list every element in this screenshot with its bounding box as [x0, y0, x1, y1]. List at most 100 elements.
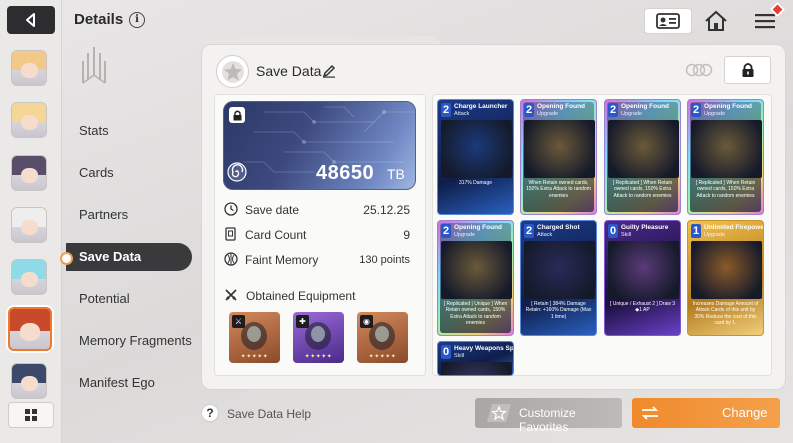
equipment-stars: ✦✦✦✦✦ [240, 354, 269, 360]
nav-item-potential[interactable]: Potential [66, 285, 192, 313]
card-description: [ Unique / Exhaust 2 ] Draw 3 ◆1 AP [609, 301, 676, 314]
card-art [524, 241, 595, 299]
grid-icon [25, 409, 37, 421]
character-portrait[interactable] [8, 307, 52, 351]
card-cost: 2 [608, 103, 618, 117]
character-portrait[interactable] [11, 102, 47, 138]
card-art [441, 241, 512, 299]
stat-value: 9 [403, 228, 410, 242]
info-icon[interactable]: i [129, 12, 145, 28]
stat-row-faint-memory: Faint Memory 130 points [224, 250, 412, 270]
main-menu-button[interactable] [750, 1, 786, 34]
card-opening-found[interactable]: 2 Opening Found Upgrade When Retain owned c… [520, 99, 597, 215]
small-lock-icon [233, 110, 241, 120]
nav-item-save-data[interactable]: Save Data [60, 243, 192, 271]
clock-icon [224, 202, 238, 216]
stat-row-save-date: Save date 25.12.25 [224, 200, 412, 220]
character-portrait[interactable] [11, 363, 47, 399]
card-type: Attack [537, 232, 553, 238]
help-icon[interactable]: ? [201, 404, 219, 422]
nav-item-partners[interactable]: Partners [66, 201, 192, 229]
card-description: Increases Damage Amount of Attack Cards … [692, 301, 759, 327]
nav-item-memory-fragments[interactable]: Memory Fragments [66, 327, 192, 355]
customize-favorites-button[interactable]: Customize Favorites [475, 398, 622, 434]
hamburger-icon [755, 14, 775, 29]
card-description: [ Replicated | Unique ] When Retain owne… [443, 301, 508, 327]
tb-value: 48650 [316, 162, 375, 184]
card-opening-found[interactable]: 2 Opening Found Upgrade [ Replicated ] When… [604, 99, 681, 215]
card-name: Charged Shot [537, 224, 580, 231]
change-button[interactable]: Change [632, 398, 780, 428]
card-cost: 2 [441, 103, 451, 117]
back-arrow-icon [26, 13, 35, 27]
card-art [441, 362, 512, 375]
tb-unit: TB [387, 166, 405, 182]
profile-card-button[interactable] [644, 8, 692, 34]
stat-value: 130 points [359, 254, 410, 266]
equipment-stars: ✦✦✦✦✦ [368, 354, 397, 360]
card-type: Upgrade [704, 111, 726, 117]
card-description: [ Replicated ] When Retain owned cards, … [612, 180, 673, 199]
swap-arrows-icon [641, 406, 659, 420]
stat-label: Faint Memory [245, 253, 319, 267]
character-portrait[interactable] [11, 155, 47, 191]
nav-item-manifest-ego[interactable]: Manifest Ego [66, 369, 192, 397]
card-art [524, 120, 595, 178]
spiral-icon [227, 162, 247, 182]
customize-favorites-label: Customize Favorites [519, 406, 576, 434]
card-cost: 2 [441, 224, 451, 238]
card-description: 317% Damage [458, 180, 493, 186]
card-cost: 2 [691, 103, 701, 117]
card-name: Opening Found [621, 103, 670, 110]
save-data-help-link[interactable]: Save Data Help [227, 407, 311, 421]
pencil-icon[interactable] [322, 64, 336, 78]
stat-value: 25.12.25 [363, 203, 410, 217]
page-title: Details [74, 11, 124, 28]
card-art [441, 120, 512, 178]
card-type: Upgrade [621, 111, 643, 117]
card-cost: 1 [691, 224, 701, 238]
card-type: Upgrade [537, 111, 559, 117]
card-type: Skill [454, 353, 465, 359]
card-name: Guilty Pleasure [621, 224, 669, 231]
card-cost: 0 [608, 224, 618, 238]
back-button[interactable] [7, 6, 55, 34]
card-type: Upgrade [704, 232, 726, 238]
character-portrait[interactable] [11, 207, 47, 243]
card-opening-found[interactable]: 2 Opening Found Upgrade [ Replicated ] When… [687, 99, 764, 215]
card-cost: 2 [524, 103, 534, 117]
card-description: [ Retain ] 384% Damage Retain: +160% Dam… [525, 301, 592, 320]
star-badge-icon [221, 60, 244, 83]
obtained-equipment-label: Obtained Equipment [246, 289, 356, 303]
grid-view-button[interactable] [8, 402, 54, 428]
card-guilty-pleasure[interactable]: 0 Guilty Pleasure Skill [ Unique / Exhaust … [604, 220, 681, 336]
home-button[interactable] [702, 8, 730, 34]
card-art [691, 120, 762, 178]
card-heavy-weapons-specialist[interactable]: 0Heavy Weapons SpecialistSkill [437, 341, 514, 376]
character-portrait[interactable] [11, 50, 47, 86]
equipment-slot-accessory[interactable]: ◉ ✦✦✦✦✦ [357, 312, 408, 363]
card-cost: 0 [441, 345, 451, 359]
nav-item-stats[interactable]: Stats [66, 117, 192, 145]
card-charged-shot[interactable]: 2 Charged Shot Attack [ Retain ] 384% Damag… [520, 220, 597, 336]
lock-button[interactable] [724, 56, 771, 84]
crossed-swords-icon [225, 289, 237, 301]
equipment-slot-weapon[interactable]: ⚔ ✦✦✦✦✦ [229, 312, 280, 363]
card-type: Skill [621, 232, 632, 238]
card-name: Opening Found [537, 103, 586, 110]
card-count-icon [225, 227, 236, 241]
card-name: Heavy Weapons Specialist [454, 345, 514, 352]
card-type: Upgrade [454, 232, 476, 238]
stat-label: Card Count [245, 228, 307, 242]
rings-emblem-icon [685, 63, 713, 77]
card-lock-badge [229, 107, 245, 123]
card-description: [ Replicated ] When Retain owned cards, … [695, 180, 756, 199]
nav-item-cards[interactable]: Cards [66, 159, 192, 187]
emblem-icon [82, 47, 106, 84]
card-opening-found[interactable]: 2 Opening Found Upgrade [ Replicated | Uniq… [437, 220, 514, 336]
card-charge-launcher[interactable]: 2 Charge Launcher Attack 317% Damage [437, 99, 514, 215]
equipment-slot-armor[interactable]: ✚ ✦✦✦✦✦ [293, 312, 344, 363]
character-portrait[interactable] [11, 259, 47, 295]
card-unlimited-firepower[interactable]: 1 Unlimited Firepower Upgrade Increases Dam… [687, 220, 764, 336]
id-card-icon [656, 13, 680, 29]
